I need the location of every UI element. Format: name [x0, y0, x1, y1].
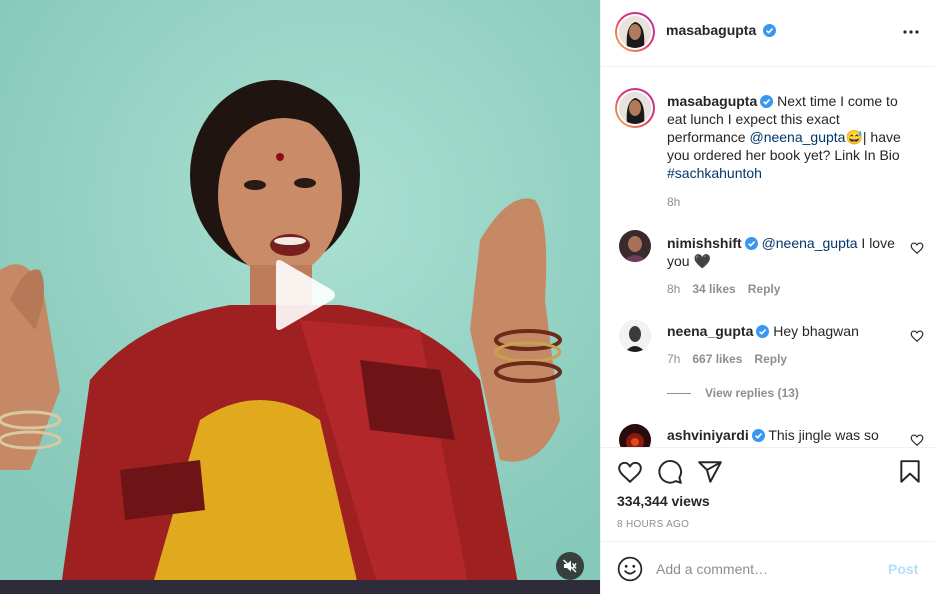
caption-avatar[interactable] — [615, 88, 655, 128]
post-details-panel: masabagupta masabagupta Next time I come… — [600, 0, 935, 594]
comments-section[interactable]: masabagupta Next time I come to eat lunc… — [601, 68, 935, 447]
comment-avatar[interactable] — [619, 424, 651, 447]
author-username[interactable]: masabagupta — [666, 22, 756, 38]
caption-username[interactable]: masabagupta — [667, 93, 757, 109]
verified-icon — [763, 24, 776, 37]
post-timestamp[interactable]: 8 HOURS AGO — [617, 519, 689, 530]
play-icon[interactable] — [268, 258, 338, 332]
comment-username[interactable]: nimishshift — [667, 235, 742, 251]
verified-icon — [756, 325, 770, 338]
comment-input[interactable] — [656, 558, 876, 580]
more-options-icon[interactable] — [901, 22, 921, 42]
post-actions: 334,344 views 8 HOURS AGO — [601, 447, 935, 541]
comment-mention[interactable]: @neena_gupta — [762, 235, 858, 251]
comment-icon[interactable] — [657, 459, 683, 485]
verified-icon — [744, 237, 758, 250]
post-caption: masabagupta Next time I come to eat lunc… — [667, 92, 917, 182]
mute-icon[interactable] — [556, 552, 584, 580]
comment-avatar[interactable] — [619, 230, 651, 262]
comment-avatar[interactable] — [619, 320, 651, 352]
comment-heart-icon[interactable] — [910, 329, 924, 343]
comment-username[interactable]: ashviniyardi — [667, 427, 749, 443]
caption-hashtag[interactable]: #sachkahuntoh — [667, 165, 762, 181]
comment-body: This jingle was so — [764, 427, 879, 443]
view-replies-button[interactable]: View replies (13) — [667, 386, 799, 400]
caption-time[interactable]: 8h — [667, 195, 680, 209]
comment-body: Hey bhagwan — [769, 323, 859, 339]
comment-text: nimishshift @neena_gupta I love you 🖤 — [667, 234, 907, 270]
bookmark-icon[interactable] — [897, 459, 923, 485]
share-icon[interactable] — [697, 459, 723, 485]
comment-meta: 8h 34 likes Reply — [667, 282, 780, 296]
add-comment-bar: Post — [601, 541, 935, 594]
post-comment-button[interactable]: Post — [888, 561, 918, 577]
view-count[interactable]: 334,344 views — [617, 493, 710, 509]
post-header: masabagupta — [601, 0, 935, 67]
comment-time[interactable]: 8h — [667, 282, 680, 296]
comment-reply-button[interactable]: Reply — [748, 282, 781, 296]
comment-likes[interactable]: 667 likes — [692, 352, 742, 366]
comment-reply-button[interactable]: Reply — [754, 352, 787, 366]
comment-time[interactable]: 7h — [667, 352, 680, 366]
comment-heart-icon[interactable] — [910, 241, 924, 255]
caption-emoji: 😅 — [845, 129, 863, 145]
comment-heart-icon[interactable] — [910, 433, 924, 447]
caption-mention[interactable]: @neena_gupta — [749, 129, 845, 145]
replies-divider — [667, 392, 691, 394]
verified-icon — [751, 429, 765, 442]
comment-text: ashviniyardi This jingle was so — [667, 426, 907, 444]
view-replies-label: View replies (13) — [705, 386, 799, 400]
comment-meta: 7h 667 likes Reply — [667, 352, 787, 366]
comment-username[interactable]: neena_gupta — [667, 323, 753, 339]
heart-icon[interactable] — [617, 459, 643, 485]
video-player[interactable] — [0, 0, 600, 594]
author-avatar[interactable] — [615, 12, 655, 52]
emoji-icon[interactable] — [617, 556, 643, 582]
comment-likes[interactable]: 34 likes — [692, 282, 735, 296]
instagram-post-modal: masabagupta masabagupta Next time I come… — [0, 0, 935, 594]
comment-text: neena_gupta Hey bhagwan — [667, 322, 907, 340]
verified-icon — [760, 95, 774, 108]
